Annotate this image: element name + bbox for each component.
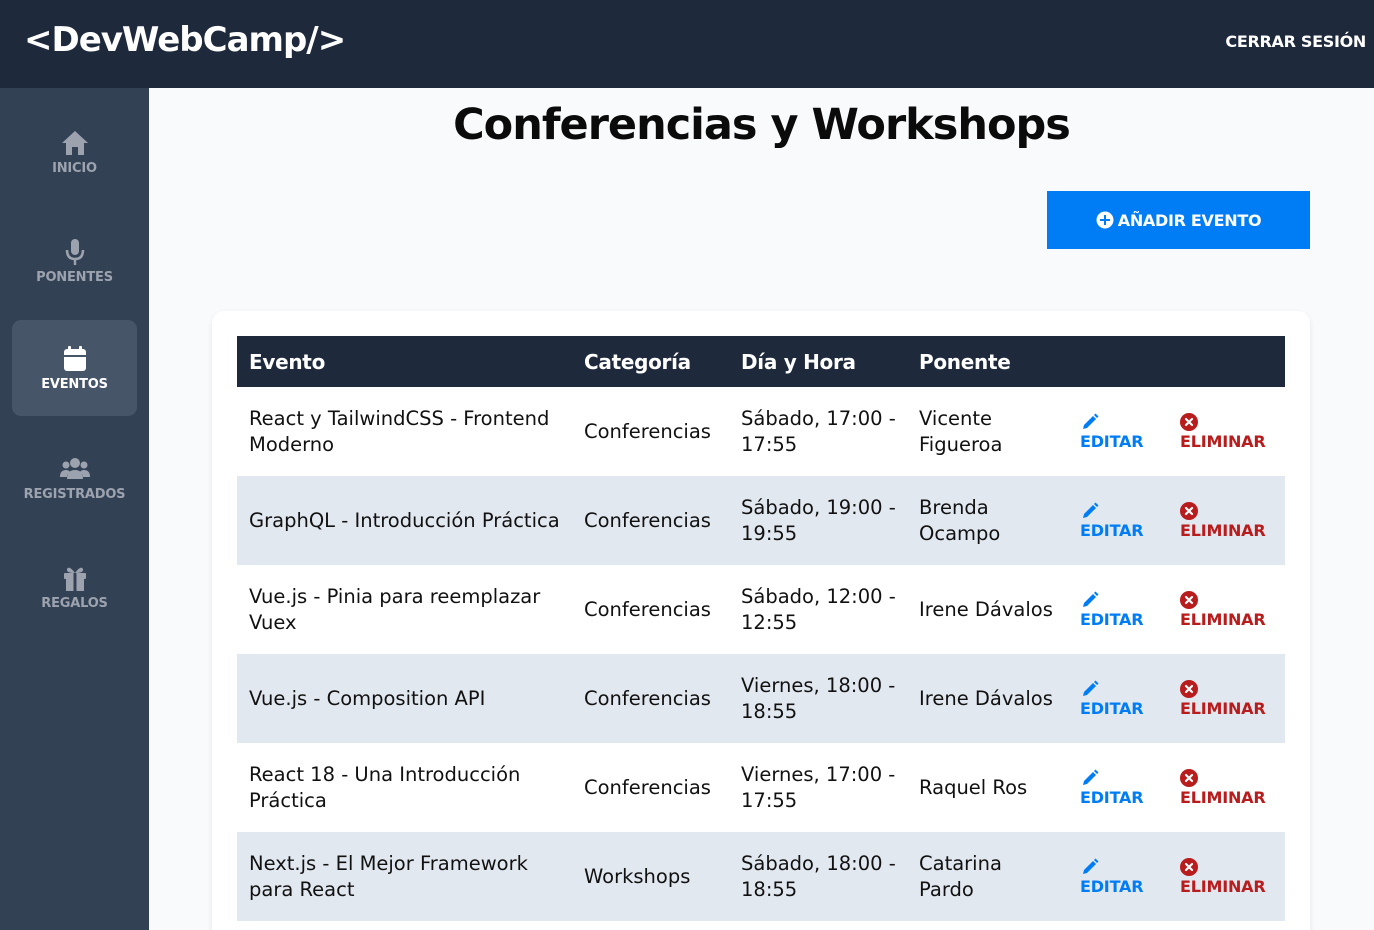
edit-button[interactable]: EDITAR bbox=[1080, 501, 1144, 541]
column-header-evento: Evento bbox=[249, 349, 326, 374]
x-circle-icon bbox=[1180, 679, 1198, 698]
edit-label: EDITAR bbox=[1080, 609, 1144, 629]
x-circle-icon bbox=[1180, 590, 1198, 609]
add-event-label: AÑADIR EVENTO bbox=[1117, 210, 1262, 230]
sidebar-item-label: EVENTOS bbox=[41, 376, 108, 392]
pencil-icon bbox=[1083, 858, 1099, 874]
home-icon bbox=[61, 130, 88, 155]
pencil-icon bbox=[1083, 769, 1099, 785]
event-name-cell: Vue.js - Composition API bbox=[249, 686, 486, 710]
category-cell: Conferencias bbox=[584, 686, 711, 710]
date-time-cell: Sábado, 17:00 - 17:55 bbox=[741, 406, 896, 456]
date-time-cell: Viernes, 17:00 - 17:55 bbox=[741, 762, 896, 812]
plus-circle-icon bbox=[1096, 211, 1114, 229]
microphone-icon bbox=[65, 238, 84, 265]
gift-icon bbox=[63, 567, 86, 591]
date-time-cell: Sábado, 19:00 - 19:55 bbox=[741, 495, 896, 545]
logout-button[interactable]: CERRAR SESIÓN bbox=[1225, 32, 1366, 51]
speaker-cell: Vicente Figueroa bbox=[919, 406, 1003, 456]
users-icon bbox=[59, 457, 90, 479]
delete-button[interactable]: ELIMINAR bbox=[1180, 590, 1266, 630]
edit-label: EDITAR bbox=[1080, 787, 1144, 807]
delete-label: ELIMINAR bbox=[1180, 609, 1266, 629]
table-header-row: Evento Categoría Día y Hora Ponente bbox=[237, 336, 1285, 387]
pencil-icon bbox=[1083, 502, 1099, 518]
edit-button[interactable]: EDITAR bbox=[1080, 412, 1144, 452]
event-name-cell: React y TailwindCSS - Frontend Moderno bbox=[249, 406, 550, 456]
edit-label: EDITAR bbox=[1080, 698, 1144, 718]
delete-label: ELIMINAR bbox=[1180, 520, 1266, 540]
column-header-dia-hora: Día y Hora bbox=[741, 349, 856, 374]
sidebar-item-registrados[interactable]: REGISTRADOS bbox=[12, 430, 137, 526]
event-name-cell: React 18 - Una Introducción Práctica bbox=[249, 762, 521, 812]
category-cell: Conferencias bbox=[584, 419, 711, 443]
edit-label: EDITAR bbox=[1080, 876, 1144, 896]
sidebar-item-inicio[interactable]: INICIO bbox=[12, 104, 137, 200]
date-time-cell: Sábado, 18:00 - 18:55 bbox=[741, 851, 896, 901]
delete-button[interactable]: ELIMINAR bbox=[1180, 679, 1266, 719]
delete-button[interactable]: ELIMINAR bbox=[1180, 412, 1266, 452]
top-bar: <DevWebCamp/> CERRAR SESIÓN bbox=[0, 0, 1374, 88]
calendar-icon bbox=[63, 345, 86, 371]
sidebar-item-label: REGALOS bbox=[41, 595, 108, 611]
delete-button[interactable]: ELIMINAR bbox=[1180, 768, 1266, 808]
delete-button[interactable]: ELIMINAR bbox=[1180, 857, 1266, 897]
table-row: Vue.js - Composition API Conferencias Vi… bbox=[237, 654, 1285, 743]
event-name-cell: Next.js - El Mejor Framework para React bbox=[249, 851, 528, 901]
date-time-cell: Sábado, 12:00 - 12:55 bbox=[741, 584, 896, 634]
pencil-icon bbox=[1083, 413, 1099, 429]
delete-label: ELIMINAR bbox=[1180, 787, 1266, 807]
column-header-ponente: Ponente bbox=[919, 349, 1011, 374]
x-circle-icon bbox=[1180, 501, 1198, 520]
edit-button[interactable]: EDITAR bbox=[1080, 590, 1144, 630]
speaker-cell: Raquel Ros bbox=[919, 775, 1028, 799]
event-name-cell: GraphQL - Introducción Práctica bbox=[249, 508, 560, 532]
speaker-cell: Irene Dávalos bbox=[919, 597, 1053, 621]
edit-button[interactable]: EDITAR bbox=[1080, 768, 1144, 808]
speaker-cell: Irene Dávalos bbox=[919, 686, 1053, 710]
category-cell: Conferencias bbox=[584, 597, 711, 621]
edit-label: EDITAR bbox=[1080, 431, 1144, 451]
page-title: Conferencias y Workshops bbox=[453, 100, 1071, 150]
table-row: GraphQL - Introducción Práctica Conferen… bbox=[237, 476, 1285, 565]
table-row: Next.js - El Mejor Framework para React … bbox=[237, 832, 1285, 921]
x-circle-icon bbox=[1180, 857, 1198, 876]
add-event-button[interactable]: AÑADIR EVENTO bbox=[1047, 191, 1310, 249]
sidebar-item-eventos[interactable]: EVENTOS bbox=[12, 320, 137, 416]
category-cell: Conferencias bbox=[584, 508, 711, 532]
edit-button[interactable]: EDITAR bbox=[1080, 679, 1144, 719]
event-name-cell: Vue.js - Pinia para reemplazar Vuex bbox=[249, 584, 541, 634]
edit-label: EDITAR bbox=[1080, 520, 1144, 540]
speaker-cell: Catarina Pardo bbox=[919, 851, 1002, 901]
table-row: React 18 - Una Introducción Práctica Con… bbox=[237, 743, 1285, 832]
category-cell: Workshops bbox=[584, 864, 691, 888]
table-row: React y TailwindCSS - Frontend Moderno C… bbox=[237, 387, 1285, 476]
table-row: Vue.js - Pinia para reemplazar Vuex Conf… bbox=[237, 565, 1285, 654]
delete-label: ELIMINAR bbox=[1180, 876, 1266, 896]
speaker-cell: Brenda Ocampo bbox=[919, 495, 1001, 545]
category-cell: Conferencias bbox=[584, 775, 711, 799]
pencil-icon bbox=[1083, 680, 1099, 696]
sidebar: INICIO PONENTES EVENTOS REGISTRADOS REGA… bbox=[0, 88, 149, 930]
delete-label: ELIMINAR bbox=[1180, 698, 1266, 718]
logo[interactable]: <DevWebCamp/> bbox=[24, 20, 346, 60]
edit-button[interactable]: EDITAR bbox=[1080, 857, 1144, 897]
pencil-icon bbox=[1083, 591, 1099, 607]
sidebar-item-regalos[interactable]: REGALOS bbox=[12, 539, 137, 635]
date-time-cell: Viernes, 18:00 - 18:55 bbox=[741, 673, 896, 723]
column-header-categoria: Categoría bbox=[584, 349, 691, 374]
x-circle-icon bbox=[1180, 768, 1198, 787]
sidebar-item-label: INICIO bbox=[52, 160, 97, 176]
delete-label: ELIMINAR bbox=[1180, 431, 1266, 451]
x-circle-icon bbox=[1180, 412, 1198, 431]
delete-button[interactable]: ELIMINAR bbox=[1180, 501, 1266, 541]
sidebar-item-label: PONENTES bbox=[36, 269, 113, 285]
sidebar-item-label: REGISTRADOS bbox=[23, 486, 126, 502]
events-card: Evento Categoría Día y Hora Ponente Reac… bbox=[212, 311, 1310, 930]
events-table: Evento Categoría Día y Hora Ponente Reac… bbox=[237, 336, 1285, 921]
sidebar-item-ponentes[interactable]: PONENTES bbox=[12, 213, 137, 309]
